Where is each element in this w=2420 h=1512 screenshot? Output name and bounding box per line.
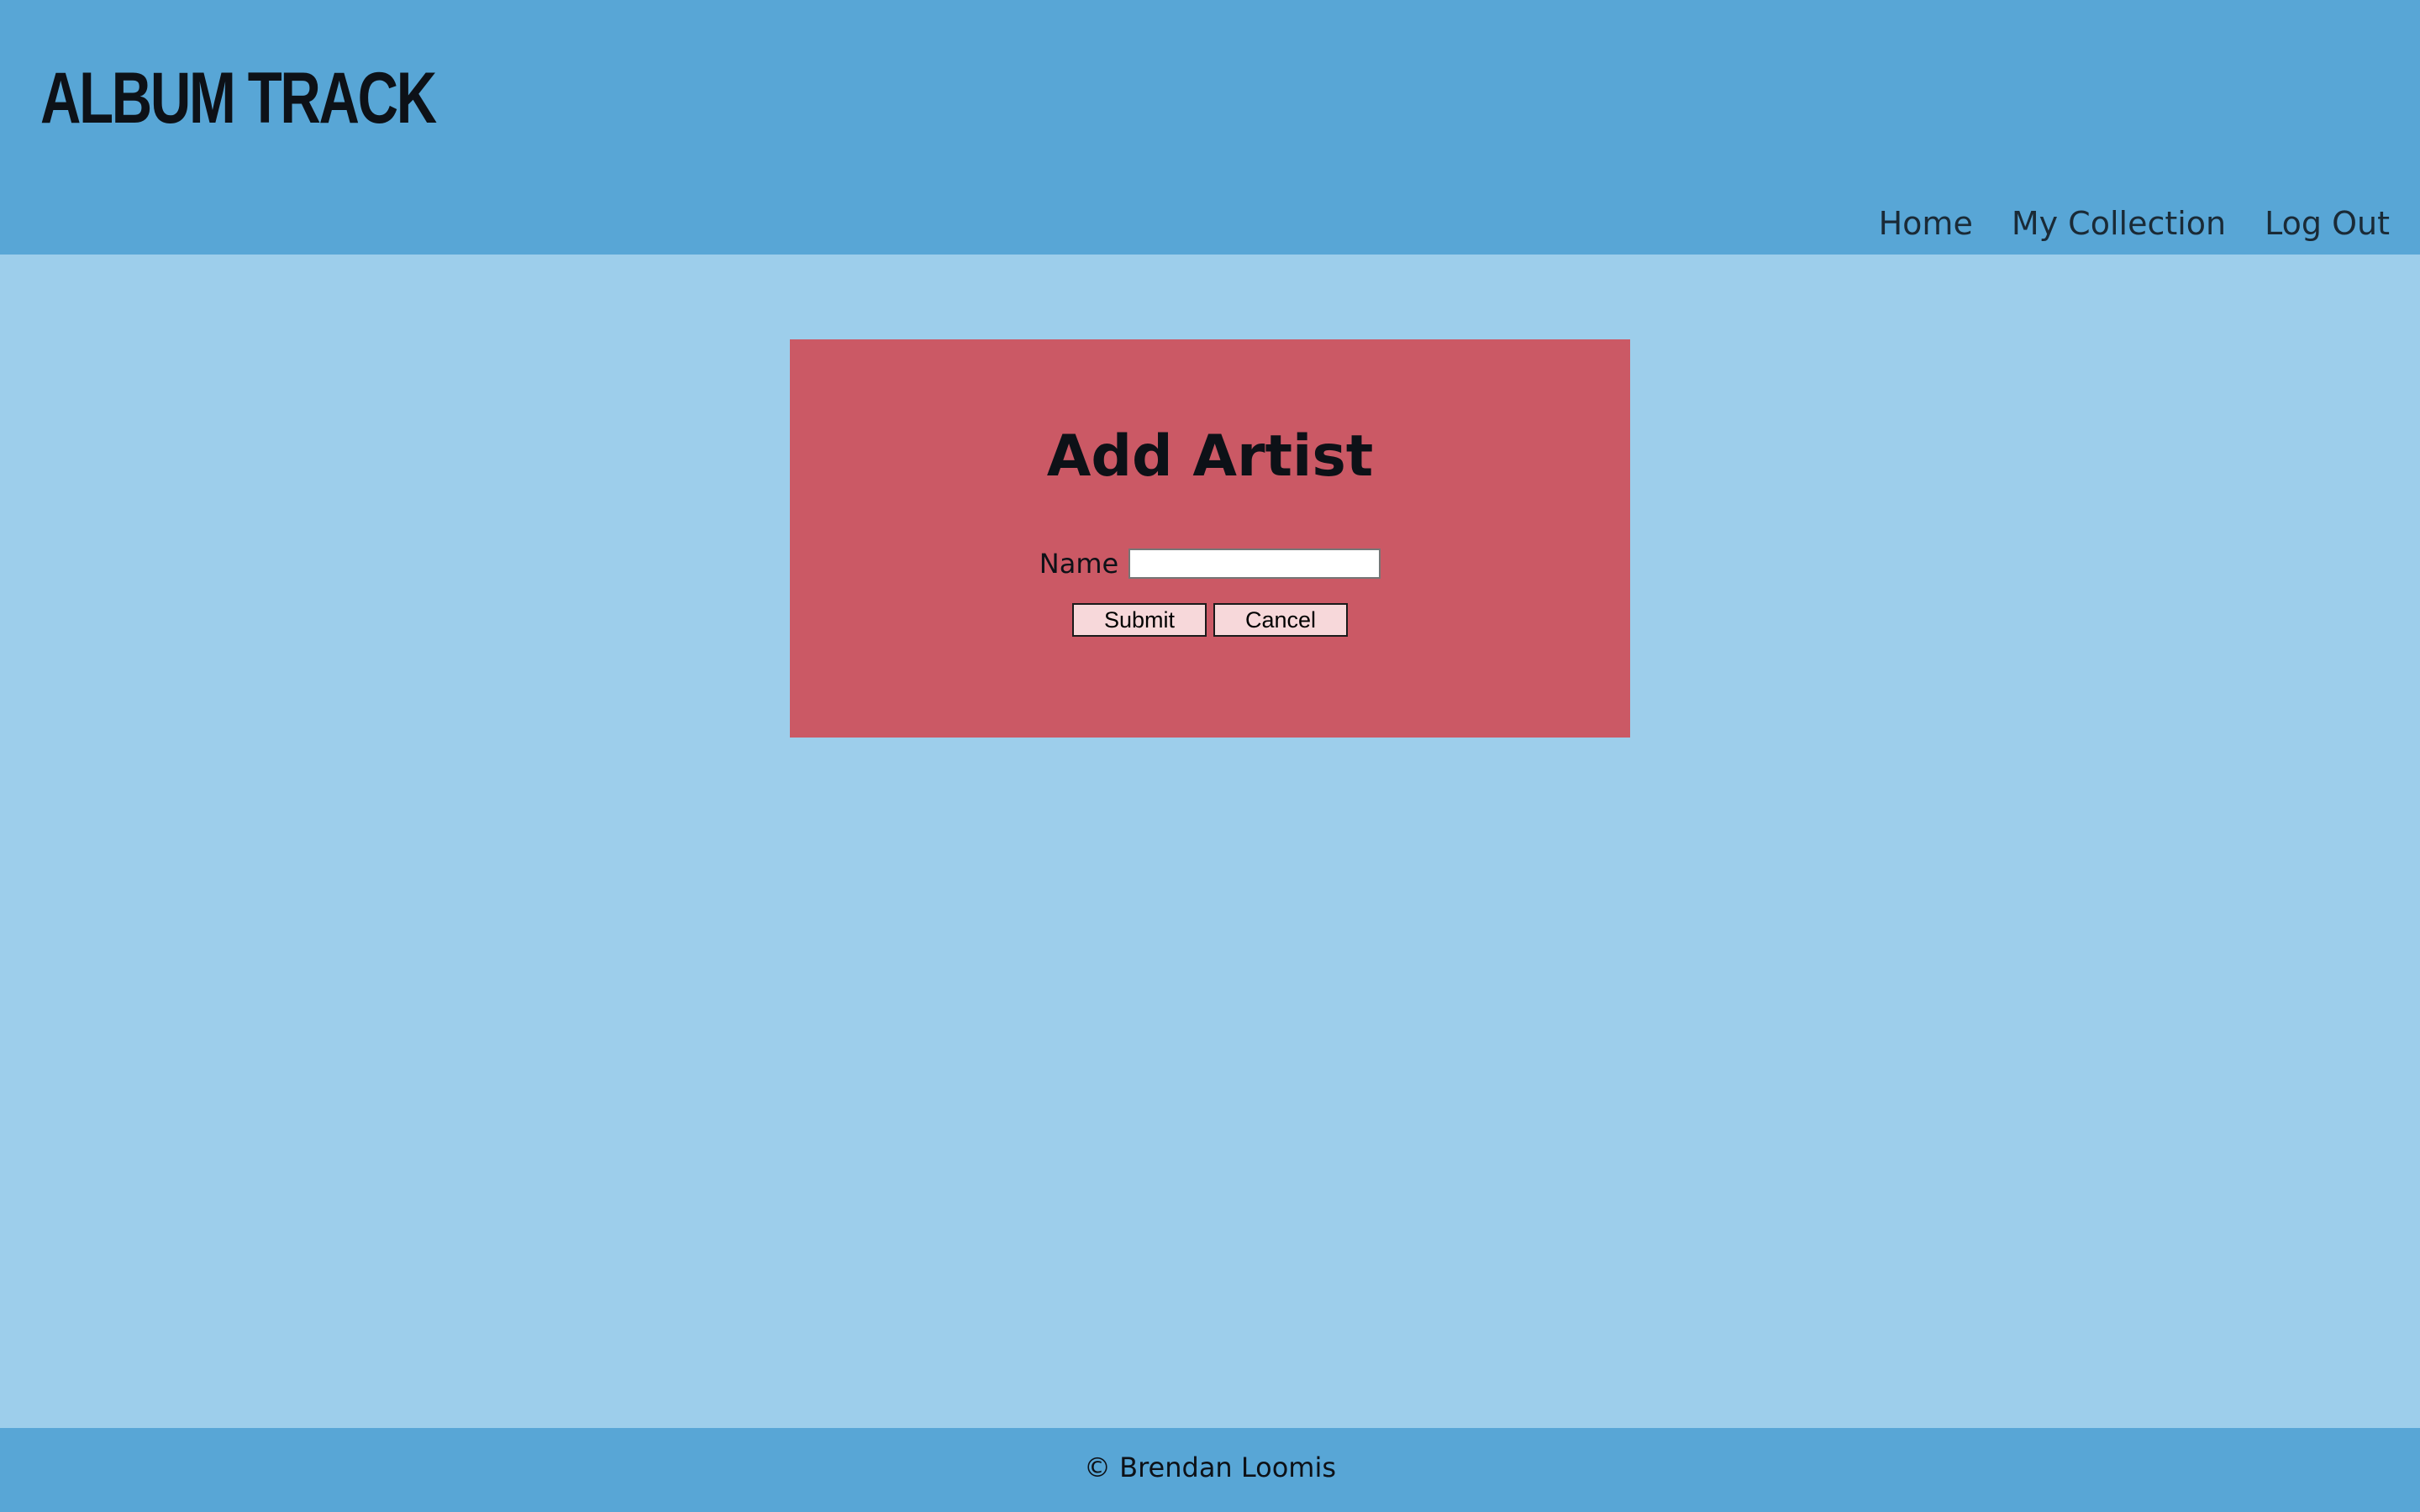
nav-log-out-link[interactable]: Log Out bbox=[2265, 205, 2390, 242]
name-label: Name bbox=[1039, 548, 1119, 580]
site-header: ALBUM TRACK Home My Collection Log Out bbox=[0, 0, 2420, 255]
site-logo[interactable]: ALBUM TRACK bbox=[40, 57, 437, 140]
form-buttons: Submit Cancel bbox=[790, 603, 1630, 637]
site-footer: © Brendan Loomis bbox=[0, 1428, 2420, 1512]
nav-my-collection-link[interactable]: My Collection bbox=[2012, 205, 2226, 242]
nav-home-link[interactable]: Home bbox=[1879, 205, 1973, 242]
add-artist-card: Add Artist Name Submit Cancel bbox=[790, 339, 1630, 738]
submit-button[interactable]: Submit bbox=[1072, 603, 1207, 637]
copyright-text: © Brendan Loomis bbox=[1083, 1452, 1337, 1483]
cancel-button[interactable]: Cancel bbox=[1213, 603, 1348, 637]
form-title: Add Artist bbox=[1046, 423, 1374, 490]
name-input[interactable] bbox=[1128, 549, 1381, 579]
main-nav: Home My Collection Log Out bbox=[1879, 205, 2390, 242]
name-field-row: Name bbox=[790, 548, 1630, 580]
